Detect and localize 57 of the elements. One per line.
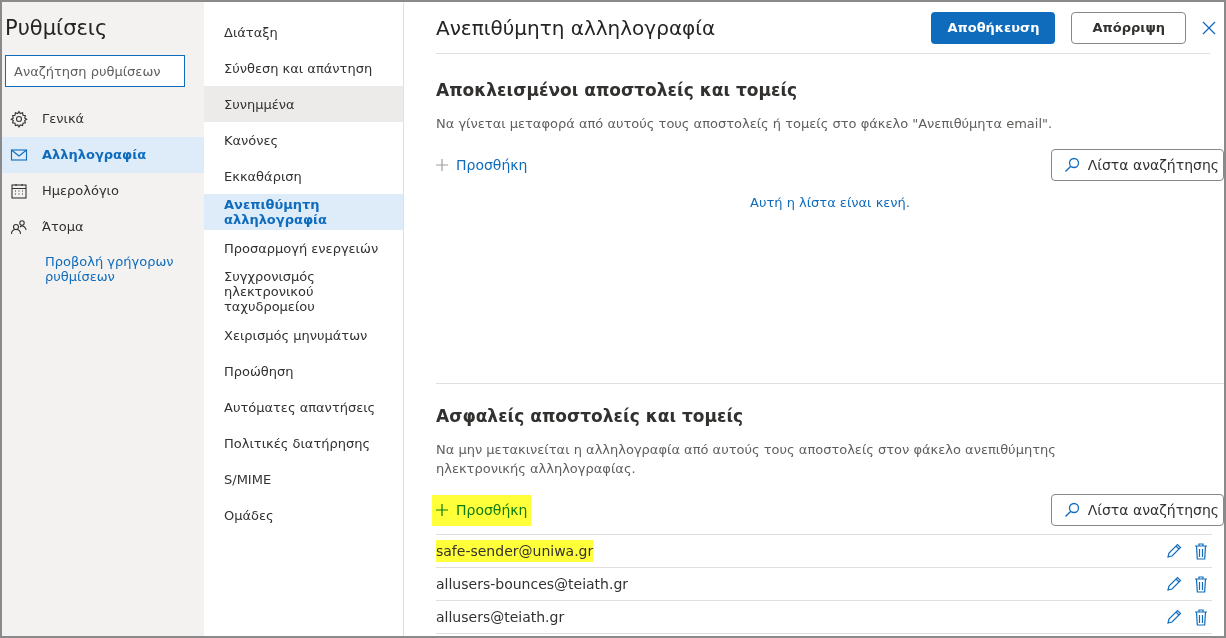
search-icon <box>1063 502 1080 518</box>
close-button[interactable] <box>1202 21 1216 35</box>
submenu-item[interactable]: Συγχρονισμός ηλεκτρονικού ταχυδρομείου <box>204 266 403 317</box>
calendar-icon <box>10 182 28 200</box>
submenu-item[interactable]: Σύνθεση και απάντηση <box>204 50 403 86</box>
section-heading: Ασφαλείς αποστολείς και τομείς <box>436 405 745 428</box>
sender-address: allusers-bounces@teiath.gr <box>436 575 629 594</box>
search-field[interactable]: Αναζήτηση ρυθμίσεων <box>5 55 185 87</box>
category-item[interactable]: Ημερολόγιο <box>2 173 204 209</box>
trash-icon <box>1194 608 1208 626</box>
search-list-button[interactable]: Λίστα αναζήτησης <box>1050 494 1224 526</box>
trash-icon <box>1194 575 1208 593</box>
section-description: Να μην μετακινείται η αλληλογραφία από αυτούς τους αποστολείς στον φάκελο ανεπιθύμητης ηλεκτρονικής αλληλογραφίας. <box>436 441 1057 478</box>
panel-title: Ανεπιθύμητη αλληλογραφία <box>436 15 717 42</box>
edit-button[interactable] <box>1166 576 1182 592</box>
submenu-item[interactable]: Χειρισμός μηνυμάτων <box>204 317 403 353</box>
search-icon <box>1063 157 1080 173</box>
discard-button[interactable]: Απόρριψη <box>1071 12 1186 44</box>
delete-button[interactable] <box>1194 542 1208 560</box>
category-item[interactable]: Γενικά <box>2 101 204 137</box>
search-list-button[interactable]: Λίστα αναζήτησης <box>1050 149 1224 181</box>
mail-icon <box>10 146 28 164</box>
edit-button[interactable] <box>1166 609 1182 625</box>
section-heading: Αποκλεισμένοι αποστολείς και τομείς <box>436 79 799 102</box>
pencil-icon <box>1166 609 1182 625</box>
section-description: Να γίνεται μεταφορά από αυτούς τους αποστολείς ή τομείς στο φάκελο "Ανεπιθύμητα email". <box>436 115 1054 133</box>
submenu-item[interactable]: Ανεπιθύμητη αλληλογραφία <box>204 194 403 230</box>
submenu-item[interactable]: S/MIME <box>204 461 403 497</box>
add-button[interactable]: Προσθήκη <box>432 494 532 526</box>
delete-button[interactable] <box>1194 608 1208 626</box>
pencil-icon <box>1166 576 1182 592</box>
submenu-item[interactable]: Κανόνες <box>204 122 403 158</box>
close-icon <box>1202 21 1216 35</box>
plus-icon <box>436 159 448 171</box>
category-item[interactable]: Άτομα <box>2 209 204 245</box>
submenu-item[interactable]: Προσαρμογή ενεργειών <box>204 230 403 266</box>
plus-icon <box>436 504 448 516</box>
pencil-icon <box>1166 543 1182 559</box>
submenu-item[interactable]: Συνημμένα <box>204 86 403 122</box>
submenu-item[interactable]: Διάταξη <box>204 14 403 50</box>
edit-button[interactable] <box>1166 543 1182 559</box>
submenu-item[interactable]: Αυτόματες απαντήσεις <box>204 389 403 425</box>
gear-icon <box>10 110 28 128</box>
submenu-item[interactable]: Πολιτικές διατήρησης <box>204 425 403 461</box>
add-button[interactable]: Προσθήκη <box>432 149 532 181</box>
people-icon <box>10 218 28 236</box>
sender-address: allusers@teiath.gr <box>436 608 565 627</box>
save-button[interactable]: Αποθήκευση <box>931 12 1056 44</box>
quick-settings-link[interactable]: Προβολή γρήγορων ρυθμίσεων <box>45 254 204 284</box>
submenu-item[interactable]: Προώθηση <box>204 353 403 389</box>
delete-button[interactable] <box>1194 575 1208 593</box>
submenu-item[interactable]: Ομάδες <box>204 497 403 533</box>
empty-list-message: Αυτή η λίστα είναι κενή. <box>750 194 910 212</box>
submenu-item[interactable]: Εκκαθάριση <box>204 158 403 194</box>
trash-icon <box>1194 542 1208 560</box>
settings-title: Ρυθμίσεις <box>4 15 109 42</box>
category-item[interactable]: Αλληλογραφία <box>2 137 204 173</box>
